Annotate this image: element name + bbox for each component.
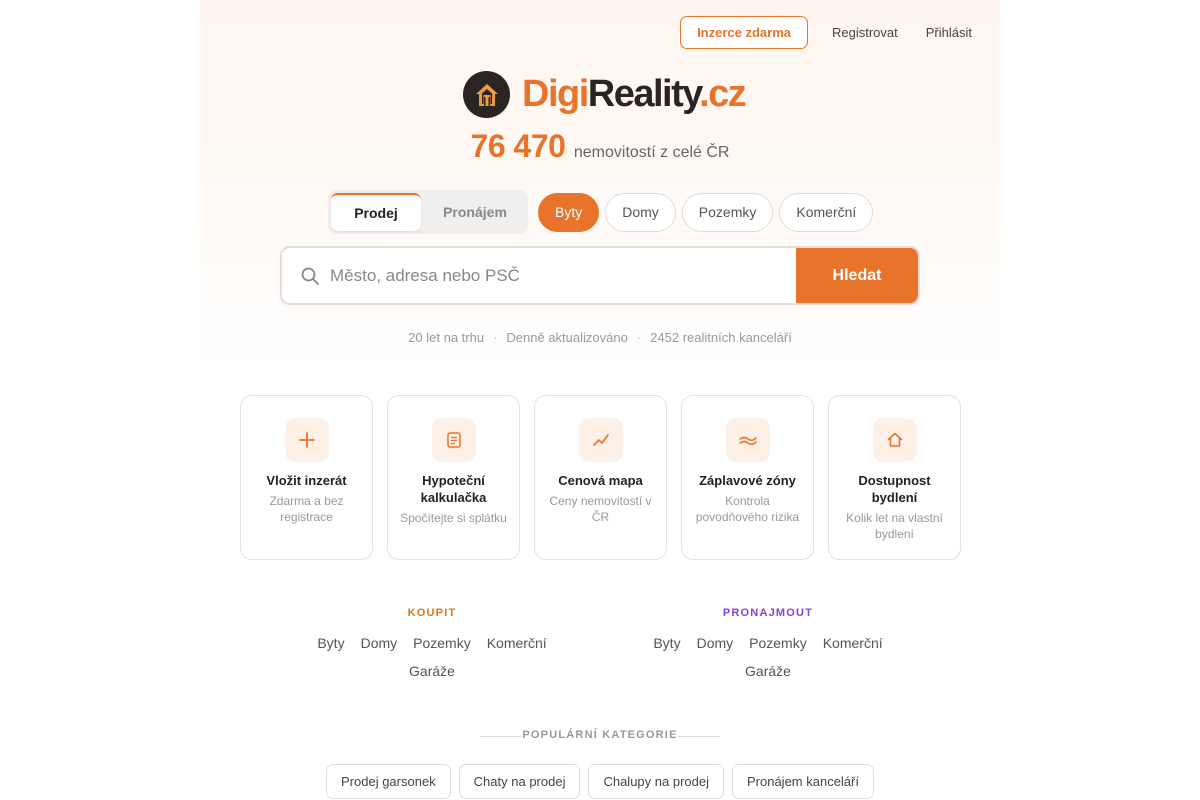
card-subtitle: Kontrola povodňového rizika [695, 494, 800, 524]
rent-links: Byty Domy Pozemky Komerční Garáže [638, 629, 898, 685]
logo-part-reality: Reality [587, 73, 701, 115]
buy-link-garaze[interactable]: Garáže [409, 663, 455, 679]
card-title: Hypoteční kalkulačka [420, 473, 487, 505]
house-logo-icon [463, 71, 510, 118]
pill-domy[interactable]: Domy [605, 192, 676, 232]
stat-agencies: 2452 realitních kanceláří [650, 330, 792, 345]
tab-pronajem[interactable]: Pronájem [425, 193, 525, 231]
document-icon [431, 418, 476, 462]
rent-link-byty[interactable]: Byty [653, 635, 680, 651]
search-icon [282, 248, 330, 303]
feature-cards: Vložit inzerát Zdarma a bez registrace H… [240, 395, 961, 560]
property-type-pills: Byty Domy Pozemky Komerční [532, 192, 874, 232]
site-logo[interactable]: DigiReality.cz [463, 71, 747, 118]
pill-komercni[interactable]: Komerční [779, 192, 874, 232]
logo-part-digi: Digi [522, 73, 589, 115]
card-title: Dostupnost bydlení [858, 473, 931, 505]
top-navigation: Inzerce zdarma Registrovat Přihlásit [680, 16, 972, 49]
search-button[interactable]: Hledat [796, 248, 918, 303]
transaction-toggle: Prodej Pronájem [328, 190, 528, 234]
buy-link-pozemky[interactable]: Pozemky [413, 635, 471, 651]
search-bar: Hledat [280, 246, 920, 305]
buy-links: Byty Domy Pozemky Komerční Garáže [302, 629, 562, 685]
waves-icon [725, 418, 770, 462]
pill-pozemky[interactable]: Pozemky [681, 192, 774, 232]
rent-link-pozemky[interactable]: Pozemky [749, 635, 807, 651]
buy-section: KOUPIT Byty Domy Pozemky Komerční Garáže [302, 607, 562, 685]
chip-chaty-na-prodej[interactable]: Chaty na prodej [458, 764, 581, 799]
stat-updated: Denně aktualizováno [506, 330, 628, 345]
card-title: Vložit inzerát [266, 473, 347, 488]
card-subtitle: Ceny nemovitostí v ČR [549, 494, 652, 524]
card-price-map[interactable]: Cenová mapa Ceny nemovitostí v ČR [534, 395, 667, 560]
card-subtitle: Kolik let na vlastní bydlení [846, 511, 943, 541]
advertise-free-button[interactable]: Inzerce zdarma [680, 16, 808, 49]
card-housing-affordability[interactable]: Dostupnost bydlení Kolik let na vlastní … [828, 395, 961, 560]
chip-chalupy-na-prodej[interactable]: Chalupy na prodej [588, 764, 724, 799]
chip-prodej-garsonek[interactable]: Prodej garsonek [326, 764, 451, 799]
hero-background [200, 0, 1000, 370]
login-link[interactable]: Přihlásit [926, 25, 972, 40]
register-link[interactable]: Registrovat [832, 25, 898, 40]
trust-stats: 20 let na trhu · Denně aktualizováno · 2452 … [0, 330, 1200, 345]
card-subtitle: Zdarma a bez registrace [269, 494, 344, 524]
rent-link-domy[interactable]: Domy [697, 635, 734, 651]
card-mortgage-calculator[interactable]: Hypoteční kalkulačka Spočítejte si splát… [387, 395, 520, 560]
separator-dot: · [493, 330, 498, 345]
card-add-listing[interactable]: Vložit inzerát Zdarma a bez registrace [240, 395, 373, 560]
buy-link-komercni[interactable]: Komerční [487, 635, 547, 651]
house-icon [872, 418, 917, 462]
plus-icon [284, 418, 329, 462]
rent-link-garaze[interactable]: Garáže [745, 663, 791, 679]
card-subtitle: Spočítejte si splátku [400, 511, 507, 525]
listing-count: 76 470 nemovitostí z celé ČR [0, 128, 1200, 165]
separator-dot: · [636, 330, 642, 345]
search-filters: Prodej Pronájem Byty Domy Pozemky Komerč… [328, 190, 874, 234]
popular-categories-heading: POPULÁRNÍ KATEGORIE [480, 729, 720, 741]
logo-part-cz: .cz [699, 73, 747, 115]
rent-section: PRONAJMOUT Byty Domy Pozemky Komerční Garáže [638, 607, 898, 685]
chart-line-icon [578, 418, 623, 462]
rent-heading: PRONAJMOUT [722, 607, 814, 619]
card-title: Cenová mapa [558, 473, 643, 488]
buy-heading: KOUPIT [407, 607, 457, 619]
chip-pronajem-kancelari[interactable]: Pronájem kanceláří [731, 764, 874, 799]
stat-years: 20 let na trhu [408, 330, 485, 345]
listing-count-number: 76 470 [470, 128, 566, 164]
pill-byty[interactable]: Byty [538, 192, 600, 232]
tab-prodej[interactable]: Prodej [331, 193, 421, 231]
card-flood-zones[interactable]: Záplavové zóny Kontrola povodňového rizi… [681, 395, 814, 560]
popular-categories: Prodej garsonek Chaty na prodej Chalupy … [0, 764, 1200, 799]
rent-link-komercni[interactable]: Komerční [823, 635, 883, 651]
listing-count-label: nemovitostí z celé ČR [573, 144, 730, 161]
search-input[interactable] [330, 248, 796, 303]
buy-link-domy[interactable]: Domy [361, 635, 398, 651]
logo-wordmark: DigiReality.cz [522, 71, 747, 118]
buy-link-byty[interactable]: Byty [317, 635, 344, 651]
card-title: Záplavové zóny [699, 473, 796, 488]
